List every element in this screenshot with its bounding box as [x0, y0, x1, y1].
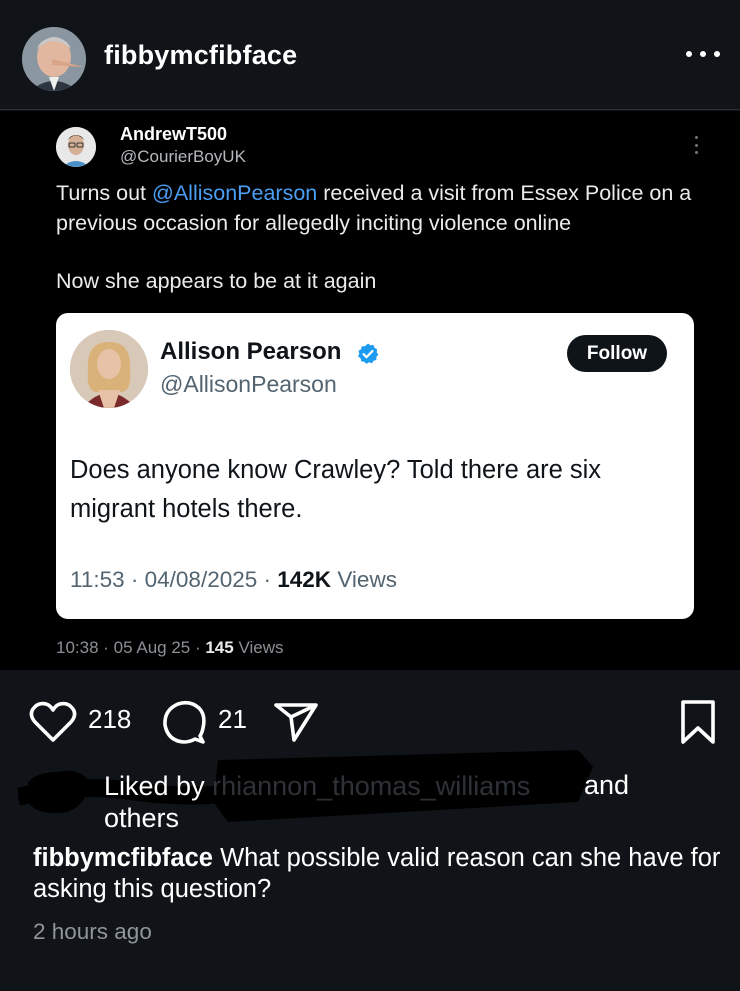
quoted-author-avatar — [70, 330, 148, 408]
liked-by-and: and — [584, 770, 630, 800]
tweet-author-avatar — [56, 127, 96, 167]
tweet-text-line2: Now she appears to be at it again — [56, 269, 377, 293]
post-username[interactable]: fibbymcfibface — [104, 40, 297, 71]
quoted-author-handle: @AllisonPearson — [160, 371, 337, 397]
verified-badge-icon — [358, 343, 379, 364]
tweet-author-handle: @CourierBoyUK — [120, 147, 246, 166]
quoted-tweet-text: Does anyone know Crawley? Told there are… — [70, 456, 602, 523]
quoted-author-name: Allison Pearson — [160, 338, 342, 365]
more-options-button[interactable] — [686, 44, 720, 64]
tweet-more-icon — [692, 136, 700, 154]
quoted-tweet-card: Allison Pearson @AllisonPearson Follow D… — [56, 313, 694, 619]
post-timestamp: 2 hours ago — [33, 919, 152, 944]
post-header: fibbymcfibface — [0, 0, 740, 110]
liked-by-others[interactable]: others — [104, 803, 179, 834]
avatar[interactable] — [22, 27, 86, 91]
share-icon[interactable] — [272, 700, 320, 744]
tweet-mention: @AllisonPearson — [152, 181, 318, 205]
liked-by-label: Liked by rhiannon_thomas_williams — [104, 771, 531, 801]
tweet-author-name: AndrewT500 — [120, 124, 228, 144]
comment-count[interactable]: 21 — [218, 704, 247, 735]
action-bar: 218 21 — [0, 690, 740, 750]
dot-icon — [700, 51, 706, 57]
bookmark-icon[interactable] — [678, 698, 718, 746]
quoted-tweet-meta: 11:53 · 04/08/2025 · 142K Views — [70, 567, 397, 592]
dot-icon — [686, 51, 692, 57]
tweet-meta: 10:38 · 05 Aug 25 · 145 Views — [56, 638, 284, 657]
liked-by-user: rhiannon_thomas_williams — [212, 771, 531, 801]
like-count[interactable]: 218 — [88, 704, 131, 735]
dot-icon — [714, 51, 720, 57]
caption-username: fibbymcfibface — [33, 844, 213, 872]
tweet-text: Turns out @AllisonPearson received a vis… — [56, 181, 692, 235]
follow-button[interactable]: Follow — [567, 335, 667, 372]
post-caption: fibbymcfibface What possible valid reaso… — [33, 844, 721, 903]
comment-icon[interactable] — [160, 698, 208, 746]
heart-icon[interactable] — [28, 700, 78, 744]
